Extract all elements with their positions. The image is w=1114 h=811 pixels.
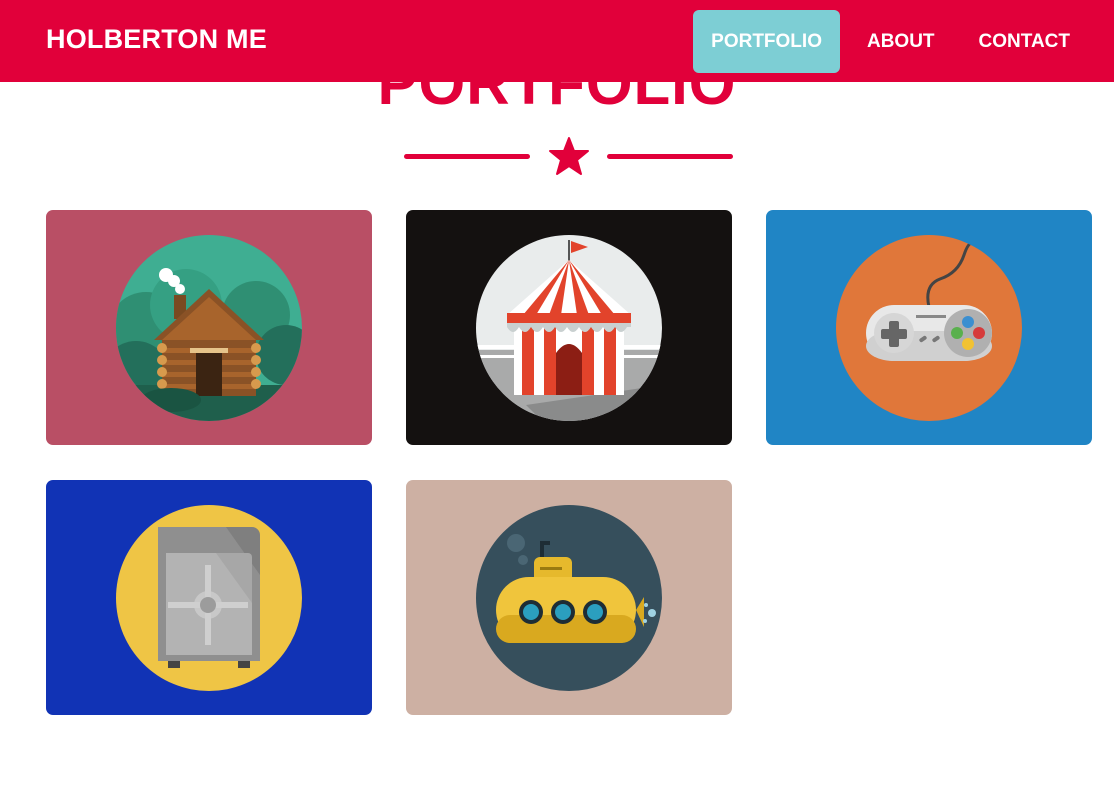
nav-menu: PORTFOLIO ABOUT CONTACT [693, 10, 1114, 73]
nav-link-about[interactable]: ABOUT [847, 10, 955, 73]
portfolio-item-safe[interactable] [46, 480, 372, 715]
nav-link-portfolio[interactable]: PORTFOLIO [693, 10, 840, 73]
brand-logo[interactable]: HOLBERTON ME [46, 24, 267, 55]
game-controller-icon [836, 235, 1022, 421]
safe-icon [116, 505, 302, 691]
circus-tent-icon [476, 235, 662, 421]
portfolio-item-game-controller[interactable] [766, 210, 1092, 445]
title-divider [404, 136, 734, 178]
nav-link-contact[interactable]: CONTACT [959, 10, 1090, 73]
divider-line-right [607, 154, 733, 159]
divider-line-left [404, 154, 530, 159]
portfolio-item-submarine[interactable] [406, 480, 732, 715]
portfolio-item-cabin[interactable] [46, 210, 372, 445]
submarine-icon [476, 505, 662, 691]
navbar: HOLBERTON ME PORTFOLIO ABOUT CONTACT [0, 0, 1114, 82]
star-icon [549, 137, 589, 175]
portfolio-item-circus-tent[interactable] [406, 210, 732, 445]
cabin-icon [116, 235, 302, 421]
